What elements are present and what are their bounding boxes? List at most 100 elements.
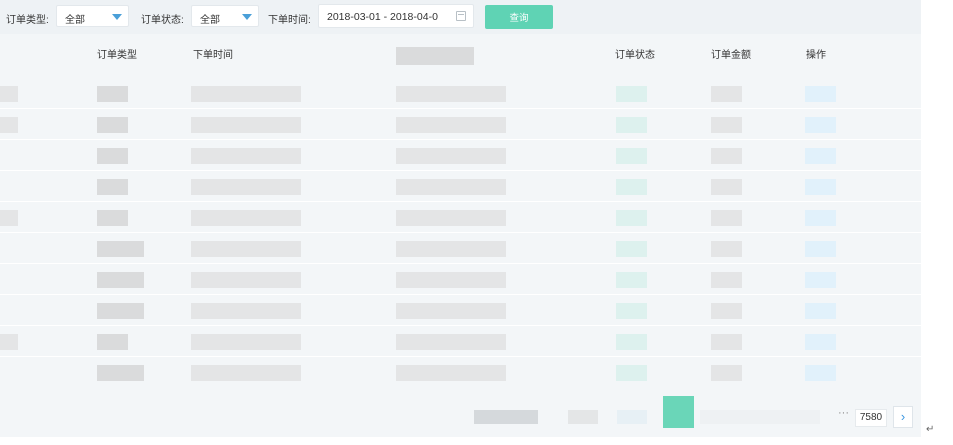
cell-action-link[interactable] [805,86,836,102]
table-row [0,172,921,202]
header-redacted [396,47,474,65]
cell-order-type [97,334,128,350]
cell-action-link[interactable] [805,303,836,319]
header-order-type: 订单类型 [97,50,137,61]
page-button[interactable] [568,410,598,424]
page-button[interactable] [617,410,647,424]
cell-order-amount [711,148,742,164]
caret-down-icon [112,14,122,20]
page-button-active[interactable] [663,396,694,428]
cell-order-type [97,272,144,288]
pagination: ··· [0,390,921,437]
cell-order-time [191,241,301,257]
cell-order-amount [711,117,742,133]
cell-order-time [191,86,301,102]
date-range-input[interactable]: 2018-03-01 - 2018-04-0 [318,4,474,28]
cell-order-time [191,148,301,164]
cell-action-link[interactable] [805,210,836,226]
table-row [0,141,921,171]
page-button-last[interactable]: 7580 [855,409,887,427]
filter-bar: 订单类型: 全部 订单状态: 全部 下单时间: 2018-03-01 - 201… [0,0,921,34]
cell-order-amount [711,272,742,288]
cell-order-status [616,210,647,226]
cell-order-no [396,86,506,102]
order-type-value: 全部 [65,15,85,26]
cell-order-time [191,210,301,226]
cell-order-time [191,303,301,319]
cell-order-time [191,272,301,288]
page-size-select[interactable] [474,410,538,424]
cell-order-type [97,117,128,133]
cell-order-status [616,303,647,319]
cell-order-status [616,179,647,195]
cell-action-link[interactable] [805,272,836,288]
cell-order-no [396,272,506,288]
cell-order-type [97,86,128,102]
cell-order-status [616,334,647,350]
order-time-label: 下单时间: [268,15,311,26]
cell-order-type [97,179,128,195]
cell-action-link[interactable] [805,179,836,195]
header-order-time: 下单时间 [193,50,233,61]
cell-action-link[interactable] [805,241,836,257]
cell-order-status [616,148,647,164]
cell-order-status [616,272,647,288]
cell-order-type [97,148,128,164]
chevron-right-icon: › [900,409,906,424]
cell-order-no [396,365,506,381]
cell-order-status [616,241,647,257]
cell-order-no [396,334,506,350]
cell-order-no [396,117,506,133]
table-row [0,110,921,140]
header-actions: 操作 [806,50,826,61]
cell-order-type [97,210,128,226]
page-ellipsis: ··· [838,407,849,419]
next-page-button[interactable]: › [893,406,913,428]
cell-action-link[interactable] [805,148,836,164]
calendar-icon[interactable] [456,11,466,21]
return-mark-icon: ↵ [926,424,935,435]
cell-order-status [616,365,647,381]
cell-action-link[interactable] [805,334,836,350]
cell-order-time [191,117,301,133]
header-order-status: 订单状态 [615,50,655,61]
cell-order-no [396,241,506,257]
cell-select [0,117,18,133]
table-row [0,358,921,381]
cell-select [0,210,18,226]
cell-action-link[interactable] [805,365,836,381]
cell-order-amount [711,86,742,102]
order-type-select[interactable]: 全部 [56,5,129,27]
cell-action-link[interactable] [805,117,836,133]
cell-select [0,86,18,102]
cell-order-type [97,303,144,319]
date-range-value: 2018-03-01 - 2018-04-0 [327,11,438,23]
table-row [0,203,921,233]
cell-order-time [191,365,301,381]
order-status-value: 全部 [200,15,220,26]
cell-order-amount [711,303,742,319]
cell-order-amount [711,334,742,350]
order-table: 订单类型 下单时间 订单状态 订单金额 操作 [0,36,921,381]
cell-order-status [616,86,647,102]
cell-order-time [191,334,301,350]
table-row [0,79,921,109]
header-order-amount: 订单金额 [711,50,751,61]
cell-order-amount [711,210,742,226]
order-status-select[interactable]: 全部 [191,5,259,27]
cell-order-amount [711,365,742,381]
cell-order-amount [711,179,742,195]
order-status-label: 订单状态: [141,15,184,26]
order-list-app: 订单类型: 全部 订单状态: 全部 下单时间: 2018-03-01 - 201… [0,0,921,437]
table-header: 订单类型 下单时间 订单状态 订单金额 操作 [0,36,921,66]
order-type-label: 订单类型: [6,15,49,26]
page-button[interactable] [700,410,820,424]
table-row [0,265,921,295]
cell-order-no [396,303,506,319]
cell-order-no [396,179,506,195]
table-row [0,327,921,357]
table-row [0,234,921,264]
cell-order-no [396,210,506,226]
cell-order-type [97,241,144,257]
query-button[interactable]: 查询 [485,5,553,29]
